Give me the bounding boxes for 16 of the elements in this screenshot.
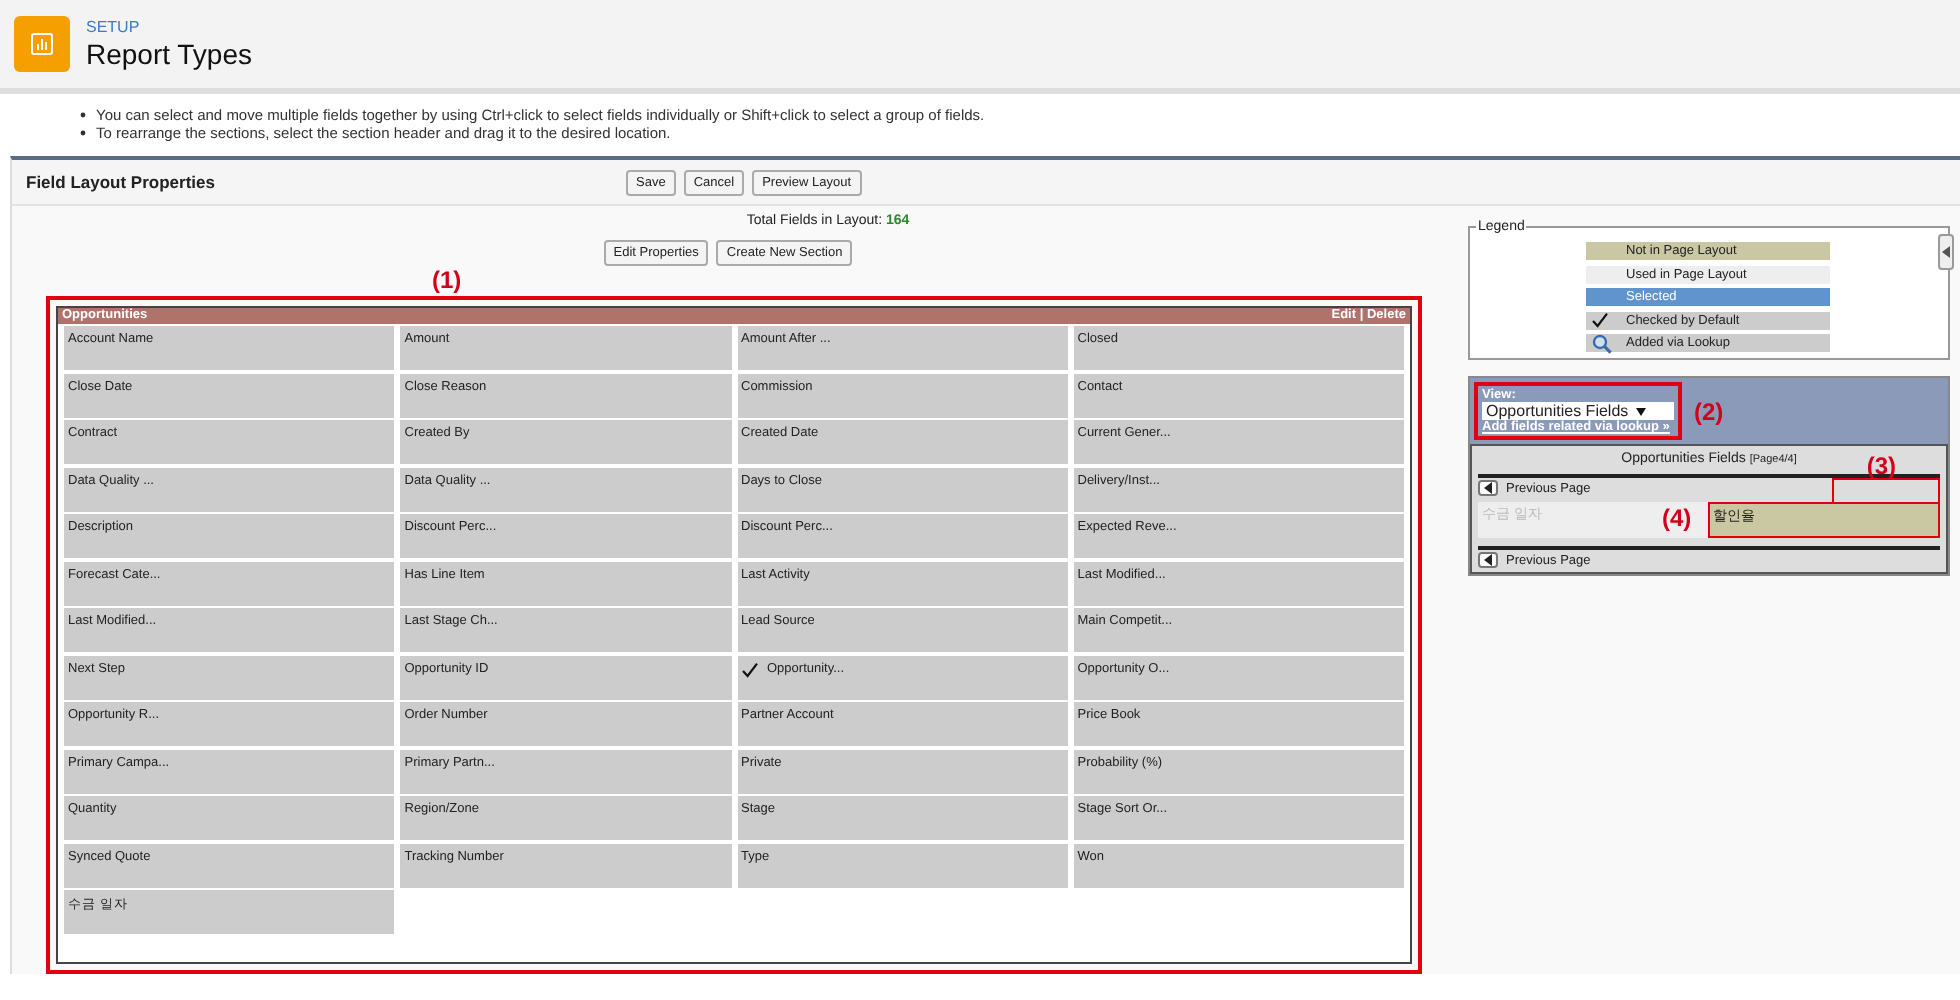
annotation-label: (4): [1662, 504, 1692, 532]
left-arrow-icon: [1942, 246, 1950, 258]
breadcrumb-text: SETUP: [86, 18, 142, 36]
annotation-label: (2): [1694, 397, 1724, 425]
bullet-icon: [80, 130, 86, 136]
checkmark-icon: [1592, 311, 1608, 327]
bullet-icon: [80, 112, 86, 118]
collapse-tab[interactable]: [1938, 234, 1954, 270]
caret-icon: [1636, 408, 1647, 416]
magnifier-icon: [1592, 334, 1612, 354]
panel-title: Field Layout Properties: [24, 172, 217, 192]
view-dropdown[interactable]: Opportunities Fields: [1482, 402, 1674, 420]
annotation-label: (3): [1866, 452, 1896, 480]
page-title: Report Types: [86, 38, 253, 70]
chart-icon: [14, 16, 70, 72]
annotation-label: (1): [432, 266, 462, 294]
